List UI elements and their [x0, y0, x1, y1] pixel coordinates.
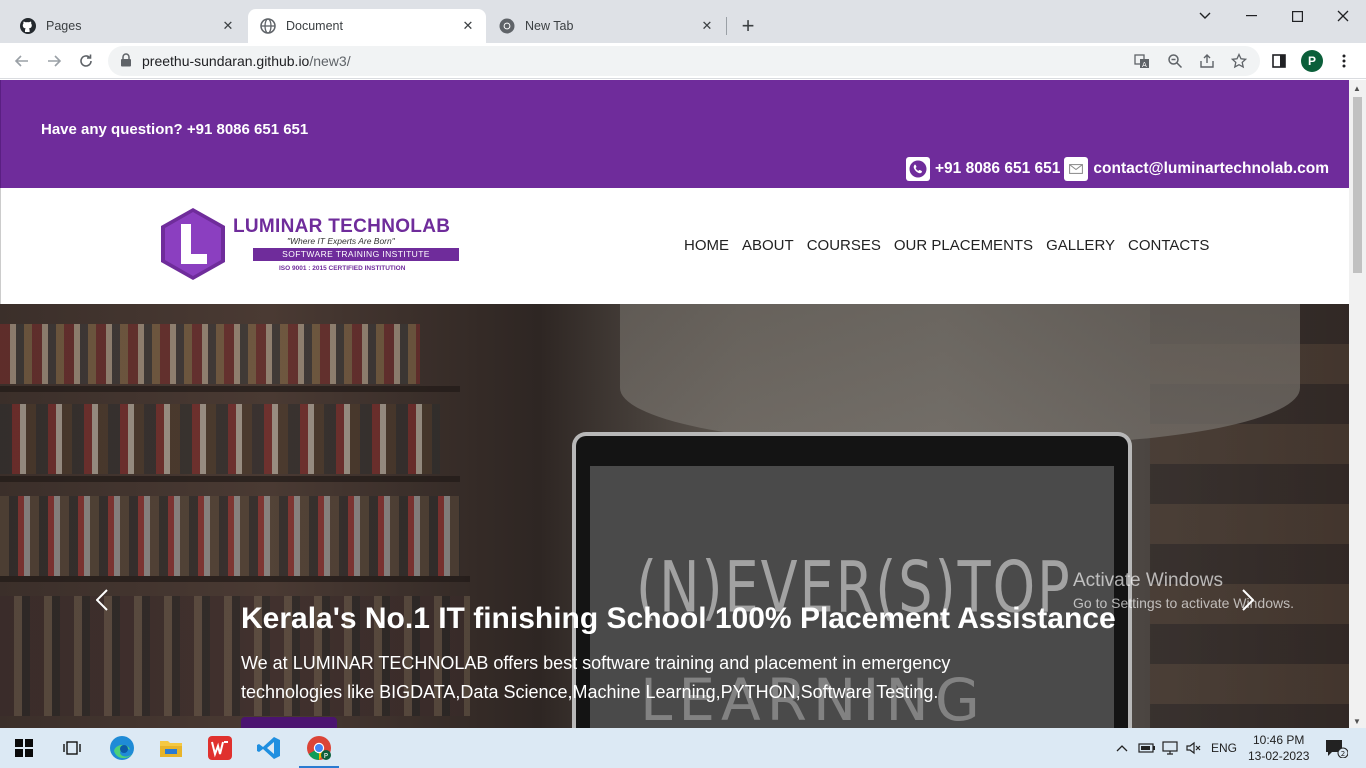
windows-taskbar: P ENG 10:46 PM 13-02-2023 2 — [0, 728, 1366, 768]
bookmark-star-icon[interactable] — [1229, 51, 1249, 71]
logo-band: SOFTWARE TRAINING INSTITUTE — [253, 248, 459, 261]
wps-office-icon[interactable] — [196, 728, 244, 768]
tab-separator — [726, 17, 727, 35]
battery-icon[interactable] — [1136, 728, 1158, 768]
shelf-line — [0, 576, 470, 582]
volume-muted-icon[interactable] — [1184, 728, 1204, 768]
tab-title: Document — [286, 19, 343, 33]
url-text[interactable]: preethu-sundaran.github.io/new3/ — [142, 53, 351, 69]
browser-toolbar: preethu-sundaran.github.io/new3/ A — [0, 43, 1366, 79]
hero-title: Kerala's No.1 IT finishing School 100% P… — [241, 602, 1116, 635]
tab-new-tab[interactable]: New Tab ✕ — [487, 9, 725, 43]
tab-strip: Pages ✕ Document ✕ New Tab ✕ + — [0, 0, 1366, 43]
nav-gallery[interactable]: GALLERY — [1046, 237, 1115, 254]
hero-carousel: (N)EVER(S)TOP LEARNING Kerala's No.1 IT … — [0, 304, 1349, 728]
web-page: Have any question? +91 8086 651 651 +91 … — [0, 80, 1349, 728]
watermark-line2: Go to Settings to activate Windows. — [1073, 595, 1294, 611]
new-tab-button[interactable]: + — [735, 13, 761, 39]
hero-description: We at LUMINAR TECHNOLAB offers best soft… — [241, 653, 951, 702]
profile-avatar[interactable]: P — [1301, 50, 1323, 72]
share-icon[interactable] — [1197, 51, 1217, 71]
vscode-icon[interactable] — [245, 728, 293, 768]
back-button[interactable] — [8, 47, 36, 75]
menu-kebab-icon[interactable] — [1330, 47, 1358, 75]
person-sweater — [620, 304, 1300, 444]
tab-document[interactable]: Document ✕ — [248, 9, 486, 43]
question-text: Have any question? +91 8086 651 651 — [41, 121, 309, 138]
tab-title: Pages — [46, 19, 82, 33]
site-navbar: LUMINAR TECHNOLAB "Where IT Experts Are … — [0, 188, 1349, 304]
logo-tagline: "Where IT Experts Are Born" — [287, 236, 395, 246]
bookshelf-row — [0, 496, 460, 576]
clock-date: 13-02-2023 — [1248, 749, 1310, 763]
page-scrollbar[interactable]: ▲ ▼ — [1349, 80, 1366, 728]
close-tab-icon[interactable]: ✕ — [220, 18, 236, 34]
hero-cta-button[interactable] — [241, 717, 337, 728]
logo-iso: ISO 9001 : 2015 CERTIFIED INSTITUTION — [279, 265, 406, 272]
logo-name: LUMINAR TECHNOLAB — [233, 216, 451, 237]
github-icon — [20, 18, 36, 34]
reload-button[interactable] — [72, 47, 100, 75]
bookshelf-row — [0, 324, 420, 384]
maximize-button[interactable] — [1274, 0, 1320, 32]
notification-count: 2 — [1341, 750, 1345, 758]
url-host: preethu-sundaran.github.io — [142, 53, 310, 69]
close-tab-icon[interactable]: ✕ — [460, 18, 476, 34]
scroll-up-icon[interactable]: ▲ — [1353, 84, 1361, 93]
shelf-line — [0, 386, 460, 392]
lock-icon[interactable] — [120, 53, 132, 72]
nav-contacts[interactable]: CONTACTS — [1128, 237, 1209, 254]
phone-number[interactable]: +91 8086 651 651 — [935, 160, 1060, 178]
nav-home[interactable]: HOME — [684, 237, 729, 254]
minimize-button[interactable] — [1228, 0, 1274, 32]
forward-button[interactable] — [40, 47, 68, 75]
globe-icon — [260, 18, 276, 34]
close-window-button[interactable] — [1320, 0, 1366, 32]
system-clock[interactable]: 10:46 PM 13-02-2023 — [1248, 732, 1309, 764]
activate-windows-watermark: Activate Windows Go to Settings to activ… — [1073, 570, 1294, 611]
mail-icon — [1064, 157, 1089, 181]
bookshelf-row — [0, 404, 440, 474]
chrome-taskbar-icon[interactable]: P — [295, 728, 343, 768]
tray-chevron-icon[interactable] — [1112, 728, 1132, 768]
logo-hexagon-icon — [161, 208, 225, 280]
nav-courses[interactable]: COURSES — [807, 237, 881, 254]
edge-icon[interactable] — [98, 728, 146, 768]
top-contact-bar: Have any question? +91 8086 651 651 +91 … — [0, 80, 1349, 188]
scroll-down-icon[interactable]: ▼ — [1353, 717, 1361, 726]
chrome-icon — [499, 18, 515, 34]
task-view-icon[interactable] — [48, 728, 96, 768]
translate-icon[interactable]: A — [1132, 51, 1152, 71]
phone-icon — [905, 157, 930, 181]
scroll-thumb[interactable] — [1353, 97, 1362, 273]
main-nav: HOME ABOUT COURSES OUR PLACEMENTS GALLER… — [684, 237, 1222, 254]
nav-about[interactable]: ABOUT — [742, 237, 794, 254]
clock-time: 10:46 PM — [1253, 733, 1305, 747]
address-bar[interactable]: preethu-sundaran.github.io/new3/ A — [108, 46, 1260, 76]
tab-pages[interactable]: Pages ✕ — [8, 9, 246, 43]
language-indicator[interactable]: ENG — [1207, 728, 1241, 768]
svg-text:P: P — [324, 752, 328, 760]
contact-row: +91 8086 651 651 contact@luminartechnola… — [905, 157, 1329, 181]
url-path: /new3/ — [309, 53, 351, 69]
nav-our-placements[interactable]: OUR PLACEMENTS — [894, 237, 1033, 254]
shelf-line — [0, 476, 460, 482]
carousel-prev-icon[interactable] — [90, 588, 114, 612]
notification-center-icon[interactable]: 2 — [1318, 728, 1354, 768]
start-windows-icon[interactable] — [0, 728, 48, 768]
svg-text:A: A — [1142, 61, 1147, 69]
watermark-line1: Activate Windows — [1073, 570, 1223, 591]
close-tab-icon[interactable]: ✕ — [699, 18, 715, 34]
tab-title: New Tab — [525, 19, 574, 33]
tab-search-icon[interactable] — [1182, 0, 1228, 32]
network-icon[interactable] — [1160, 728, 1182, 768]
file-explorer-icon[interactable] — [147, 728, 195, 768]
email-address[interactable]: contact@luminartechnolab.com — [1093, 160, 1329, 178]
zoom-icon[interactable] — [1165, 51, 1185, 71]
side-panel-icon[interactable] — [1265, 47, 1293, 75]
